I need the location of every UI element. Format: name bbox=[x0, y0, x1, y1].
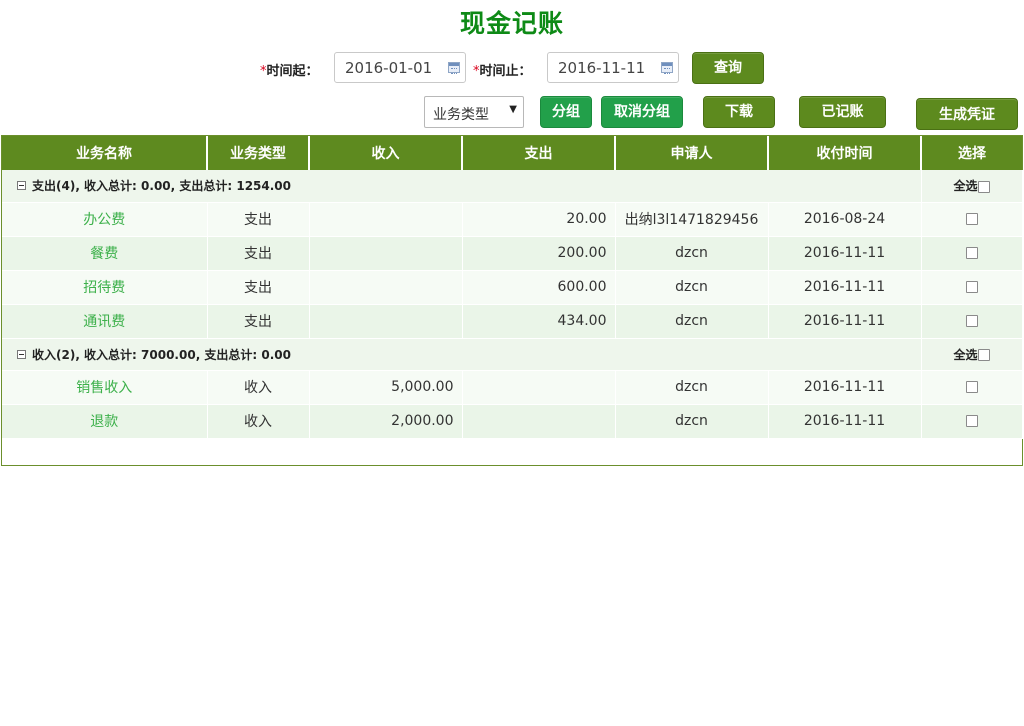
select-all-label: 全选 bbox=[953, 179, 978, 194]
end-date-label: *时间止： bbox=[473, 60, 532, 79]
column-header-select: 选择 bbox=[921, 136, 1022, 170]
row-checkbox[interactable] bbox=[965, 247, 978, 259]
group-button[interactable]: 分组 bbox=[540, 96, 592, 128]
cell-income bbox=[309, 202, 463, 237]
select-all-checkbox[interactable] bbox=[977, 349, 990, 361]
column-header-income[interactable]: 收入 bbox=[309, 136, 463, 170]
cell-date: 2016-08-24 bbox=[768, 202, 922, 237]
cell-expense bbox=[462, 370, 616, 405]
business-name-link[interactable]: 办公费 bbox=[2, 202, 208, 237]
cell-date: 2016-11-11 bbox=[768, 404, 922, 439]
group-summary-cell: 支出(4), 收入总计: 0.00, 支出总计: 1254.00 bbox=[2, 170, 922, 203]
cell-type: 收入 bbox=[207, 370, 310, 405]
end-date-input[interactable]: 2016-11-11 bbox=[547, 52, 679, 83]
row-checkbox[interactable] bbox=[965, 281, 978, 293]
group-summary-cell: 收入(2), 收入总计: 7000.00, 支出总计: 0.00 bbox=[2, 338, 922, 371]
cell-type: 收入 bbox=[207, 404, 310, 439]
business-name-link[interactable]: 销售收入 bbox=[2, 370, 208, 405]
row-checkbox[interactable] bbox=[965, 213, 978, 225]
cell-applicant: dzcn bbox=[615, 370, 769, 405]
query-button[interactable]: 查询 bbox=[692, 52, 764, 84]
column-header-expense[interactable]: 支出 bbox=[462, 136, 616, 170]
calendar-icon[interactable] bbox=[448, 62, 460, 74]
row-checkbox[interactable] bbox=[965, 381, 978, 393]
table-row: 餐费 支出 200.00 dzcn 2016-11-11 bbox=[2, 236, 1023, 271]
cell-expense: 20.00 bbox=[462, 202, 616, 237]
start-date-label-text: 时间起： bbox=[266, 64, 319, 79]
dropdown-arrow-icon: ▼ bbox=[509, 104, 517, 115]
group-summary: 支出(4), 收入总计: 0.00, 支出总计: 1254.00 bbox=[32, 179, 292, 194]
cell-expense bbox=[462, 404, 616, 439]
cell-income bbox=[309, 304, 463, 339]
select-all-label: 全选 bbox=[953, 347, 978, 362]
cell-type: 支出 bbox=[207, 270, 310, 305]
ungroup-button[interactable]: 取消分组 bbox=[601, 96, 683, 128]
table-row: 通讯费 支出 434.00 dzcn 2016-11-11 bbox=[2, 304, 1023, 339]
select-all-cell: 全选 bbox=[921, 338, 1023, 371]
business-name-link[interactable]: 通讯费 bbox=[2, 304, 208, 339]
collapse-icon[interactable] bbox=[17, 349, 26, 359]
start-date-value: 2016-01-01 bbox=[345, 59, 433, 77]
records-grid: 业务名称 业务类型 收入 支出 申请人 收付时间 选择 支出(4), 收入总计:… bbox=[1, 135, 1023, 466]
cell-date: 2016-11-11 bbox=[768, 370, 922, 405]
download-button[interactable]: 下载 bbox=[703, 96, 775, 128]
cell-applicant: dzcn bbox=[615, 304, 769, 339]
start-date-input[interactable]: 2016-01-01 bbox=[334, 52, 466, 83]
page-title: 现金记账 bbox=[459, 9, 564, 38]
select-all-cell: 全选 bbox=[921, 170, 1023, 203]
cell-select bbox=[921, 304, 1023, 339]
cell-expense: 600.00 bbox=[462, 270, 616, 305]
cell-select bbox=[921, 236, 1023, 271]
business-name-link[interactable]: 餐费 bbox=[2, 236, 208, 271]
cell-income bbox=[309, 270, 463, 305]
business-name-link[interactable]: 退款 bbox=[2, 404, 208, 439]
row-checkbox[interactable] bbox=[965, 415, 978, 427]
end-date-label-text: 时间止： bbox=[479, 64, 532, 79]
cell-income bbox=[309, 236, 463, 271]
records-table: 业务名称 业务类型 收入 支出 申请人 收付时间 选择 支出(4), 收入总计:… bbox=[2, 136, 1023, 439]
business-name-link[interactable]: 招待费 bbox=[2, 270, 208, 305]
cell-applicant: dzcn bbox=[615, 404, 769, 439]
group-row-income: 收入(2), 收入总计: 7000.00, 支出总计: 0.00 全选 bbox=[2, 338, 1023, 371]
cell-select bbox=[921, 370, 1023, 405]
column-header-type[interactable]: 业务类型 bbox=[207, 136, 310, 170]
collapse-icon[interactable] bbox=[17, 181, 26, 191]
cell-type: 支出 bbox=[207, 304, 310, 339]
table-row: 退款 收入 2,000.00 dzcn 2016-11-11 bbox=[2, 404, 1023, 439]
start-date-label: *时间起： bbox=[260, 60, 319, 79]
row-checkbox[interactable] bbox=[965, 315, 978, 327]
cell-date: 2016-11-11 bbox=[768, 270, 922, 305]
table-header-row: 业务名称 业务类型 收入 支出 申请人 收付时间 选择 bbox=[2, 136, 1022, 170]
table-row: 销售收入 收入 5,000.00 dzcn 2016-11-11 bbox=[2, 370, 1023, 405]
table-row: 办公费 支出 20.00 出纳l3l1471829456 2016-08-24 bbox=[2, 202, 1023, 237]
cell-expense: 200.00 bbox=[462, 236, 616, 271]
cell-applicant: dzcn bbox=[615, 270, 769, 305]
cell-applicant: dzcn bbox=[615, 236, 769, 271]
cell-select bbox=[921, 404, 1023, 439]
cell-type: 支出 bbox=[207, 202, 310, 237]
cell-date: 2016-11-11 bbox=[768, 236, 922, 271]
posted-button[interactable]: 已记账 bbox=[799, 96, 886, 128]
table-row: 招待费 支出 600.00 dzcn 2016-11-11 bbox=[2, 270, 1023, 305]
business-type-select-value: 业务类型 bbox=[433, 107, 489, 123]
business-type-select[interactable]: 业务类型 ▼ bbox=[424, 96, 524, 128]
cell-select bbox=[921, 202, 1023, 237]
cell-select bbox=[921, 270, 1023, 305]
column-header-date[interactable]: 收付时间 bbox=[768, 136, 922, 170]
cell-income: 2,000.00 bbox=[309, 404, 463, 439]
column-header-applicant[interactable]: 申请人 bbox=[615, 136, 769, 170]
group-summary: 收入(2), 收入总计: 7000.00, 支出总计: 0.00 bbox=[32, 347, 292, 362]
cell-applicant: 出纳l3l1471829456 bbox=[615, 202, 769, 237]
select-all-checkbox[interactable] bbox=[977, 180, 990, 193]
generate-voucher-button[interactable]: 生成凭证 bbox=[916, 98, 1018, 130]
end-date-value: 2016-11-11 bbox=[558, 59, 646, 77]
group-row-expense: 支出(4), 收入总计: 0.00, 支出总计: 1254.00 全选 bbox=[2, 170, 1023, 203]
calendar-icon[interactable] bbox=[661, 62, 673, 74]
cell-date: 2016-11-11 bbox=[768, 304, 922, 339]
column-header-name[interactable]: 业务名称 bbox=[2, 136, 208, 170]
date-filter-row: *时间起： 2016-01-01 *时间止： 2016-11-11 查询 bbox=[0, 52, 1024, 84]
cell-type: 支出 bbox=[207, 236, 310, 271]
cell-expense: 434.00 bbox=[462, 304, 616, 339]
cell-income: 5,000.00 bbox=[309, 370, 463, 405]
